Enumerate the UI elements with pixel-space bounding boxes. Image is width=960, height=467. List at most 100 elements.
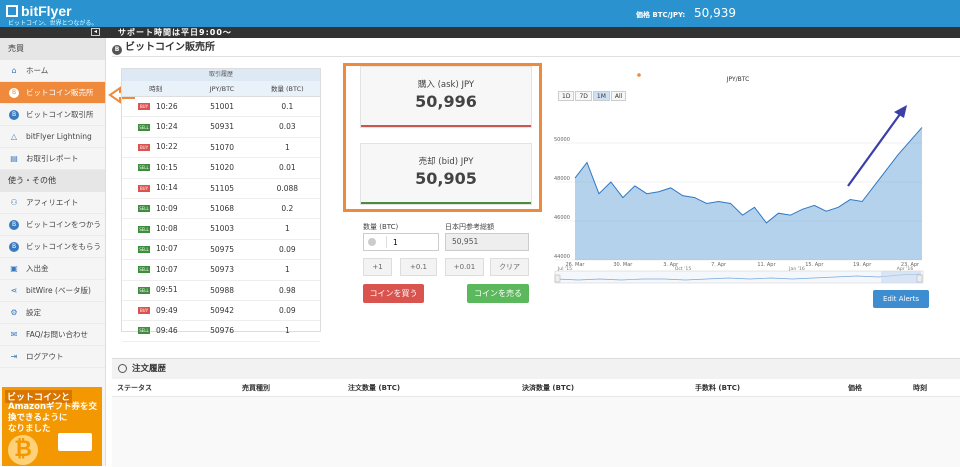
navigator-window (881, 271, 921, 283)
trade-time: 10:26 (156, 101, 178, 111)
sidebar-item[interactable]: B ビットコインをつかう (0, 214, 105, 236)
trade-qty: 0.98 (279, 285, 296, 295)
order-history-panel: 注文履歴 ステータス 売買種別 注文数量 (BTC) 決済数量 (BTC) 手数… (112, 358, 960, 467)
amazon-gift-banner[interactable]: ビットコインと Amazonギフト券を交換できるように なりました ₿ (2, 387, 102, 466)
trade-qty: 0.03 (279, 122, 296, 132)
ask-price: 50,996 (415, 92, 477, 111)
support-hours: サポート時間は平日9:00～ (118, 28, 232, 37)
navigator-label: Jul '15 (557, 266, 572, 272)
trade-price: 50976 (210, 326, 234, 336)
side-badge: SELL (138, 205, 150, 213)
zoom-all-button[interactable]: All (610, 91, 627, 101)
collapse-sidebar-icon[interactable]: ◂ (91, 28, 100, 36)
buy-coin-button[interactable]: コインを買う (363, 284, 424, 303)
bitcoin-icon: B (9, 110, 19, 120)
price-value: 50,939 (694, 6, 736, 20)
table-row: BUY 10:26 51001 0.1 (122, 97, 320, 118)
qty-label: 数量 (BTC) (363, 223, 399, 231)
zoom-7d-button[interactable]: 7D (575, 91, 592, 101)
trade-time: 10:09 (156, 203, 178, 213)
order-history-body (112, 397, 960, 467)
trade-price: 51020 (210, 163, 234, 173)
trade-price: 51070 (210, 142, 234, 152)
bitcoin-icon: B (112, 45, 122, 55)
side-badge: SELL (138, 225, 150, 233)
tagline: ビットコイン、世界とつながる。 (8, 20, 98, 27)
qty-input[interactable] (386, 236, 436, 248)
x-tick-label: 11. Apr (757, 262, 776, 268)
sidebar-item-label: 設定 (26, 308, 41, 317)
chart-title: JPY/BTC (726, 76, 750, 83)
bitflyer-logo[interactable]: bitFlyer (6, 3, 72, 19)
trade-qty: 1 (284, 265, 290, 275)
mail-icon: ✉ (10, 330, 18, 339)
side-badge: SELL (138, 164, 150, 172)
trade-price: 51001 (210, 102, 234, 111)
gift-card-icon (58, 433, 92, 451)
zoom-1d-button[interactable]: 1D (558, 91, 575, 101)
trade-time: 10:14 (156, 183, 178, 193)
gear-icon: ⚙ (10, 308, 18, 317)
report-icon: ▤ (10, 154, 18, 163)
zoom-1m-button[interactable]: 1M (592, 91, 610, 101)
navigator-label: Oct '15 (675, 266, 692, 272)
sidebar-item[interactable]: △ bitFlyer Lightning (0, 126, 105, 148)
trade-price: 50942 (210, 305, 234, 315)
sidebar-item[interactable]: B ビットコインをもらう (0, 236, 105, 258)
clear-button[interactable]: クリア (490, 258, 529, 276)
trade-history-caption: 取引履歴 (122, 69, 320, 81)
wallet-icon: ▣ (10, 264, 18, 273)
users-icon: ⚇ (10, 198, 18, 207)
ref-total-label: 日本円参考総額 (445, 223, 494, 231)
sidebar-item[interactable]: ▣ 入出金 (0, 258, 105, 280)
bitcoin-icon: B (9, 242, 19, 252)
sidebar-item-label: ホーム (26, 66, 49, 75)
bitcoin-icon: B (9, 88, 19, 98)
sidebar-item[interactable]: ⋖ bitWire (ベータ版) (0, 280, 105, 302)
scroll-right-button (916, 274, 923, 283)
price-chart[interactable]: JPY/BTC4400046000480005000026. Mar 30. Ma… (553, 68, 926, 288)
sidebar-item-label: FAQ/お問い合わせ (26, 330, 89, 339)
sidebar-item-label: お取引レポート (26, 154, 79, 163)
sidebar-item[interactable]: ✉ FAQ/お問い合わせ (0, 324, 105, 346)
table-row: SELL 10:07 50975 0.09 (122, 240, 320, 261)
sidebar-item[interactable]: B ビットコイン取引所 (0, 104, 105, 126)
trade-time: 10:08 (156, 224, 178, 234)
trade-history-header: 時刻 JPY/BTC 数量 (BTC) (122, 81, 320, 97)
trade-time: 10:24 (156, 122, 178, 132)
side-badge: BUY (138, 103, 150, 111)
step-plus-0.01-button[interactable]: +0.01 (445, 258, 484, 276)
sidebar-item[interactable]: ⌂ ホーム (0, 60, 105, 82)
trade-price: 51003 (210, 224, 234, 234)
qty-field[interactable] (363, 233, 439, 251)
step-plus-1-button[interactable]: +1 (363, 258, 392, 276)
trade-price: 51105 (210, 183, 234, 193)
sidebar-item-label: bitFlyer Lightning (26, 132, 92, 141)
sidebar-item[interactable]: ⇥ ログアウト (0, 346, 105, 368)
sell-coin-button[interactable]: コインを売る (467, 284, 529, 303)
sidebar-item[interactable]: B ビットコイン販売所 (0, 82, 105, 104)
sidebar-item[interactable]: ▤ お取引レポート (0, 148, 105, 170)
sidebar-item[interactable]: ⚙ 設定 (0, 302, 105, 324)
trade-history-table: 取引履歴 時刻 JPY/BTC 数量 (BTC) BUY 10:26 51001 0.… (121, 68, 321, 342)
bitcoin-icon: B (9, 220, 19, 230)
scroll-left-button (554, 274, 561, 283)
trade-qty: 0.09 (279, 244, 296, 254)
trade-price: 51068 (210, 203, 234, 213)
chart-navigator (554, 270, 924, 284)
table-row: SELL 09:46 50976 1 (122, 321, 320, 342)
table-row: SELL 10:09 51068 0.2 (122, 199, 320, 220)
table-row: BUY 09:49 50942 0.09 (122, 301, 320, 322)
sidebar-item-label: bitWire (ベータ版) (26, 286, 91, 295)
side-badge: SELL (138, 266, 150, 274)
bitcoin-icon (368, 238, 376, 246)
table-row: BUY 10:22 51070 1 (122, 138, 320, 159)
step-plus-0.1-button[interactable]: +0.1 (400, 258, 437, 276)
sidebar-item-label: ビットコインをもらう (26, 242, 101, 251)
edit-alerts-button[interactable]: Edit Alerts (873, 290, 929, 308)
trade-time: 09:46 (156, 326, 178, 335)
sidebar-item[interactable]: ⚇ アフィリエイト (0, 192, 105, 214)
trend-arrow-head (894, 105, 907, 118)
triangle-icon: △ (10, 132, 18, 141)
trade-qty: 0.09 (279, 305, 296, 315)
